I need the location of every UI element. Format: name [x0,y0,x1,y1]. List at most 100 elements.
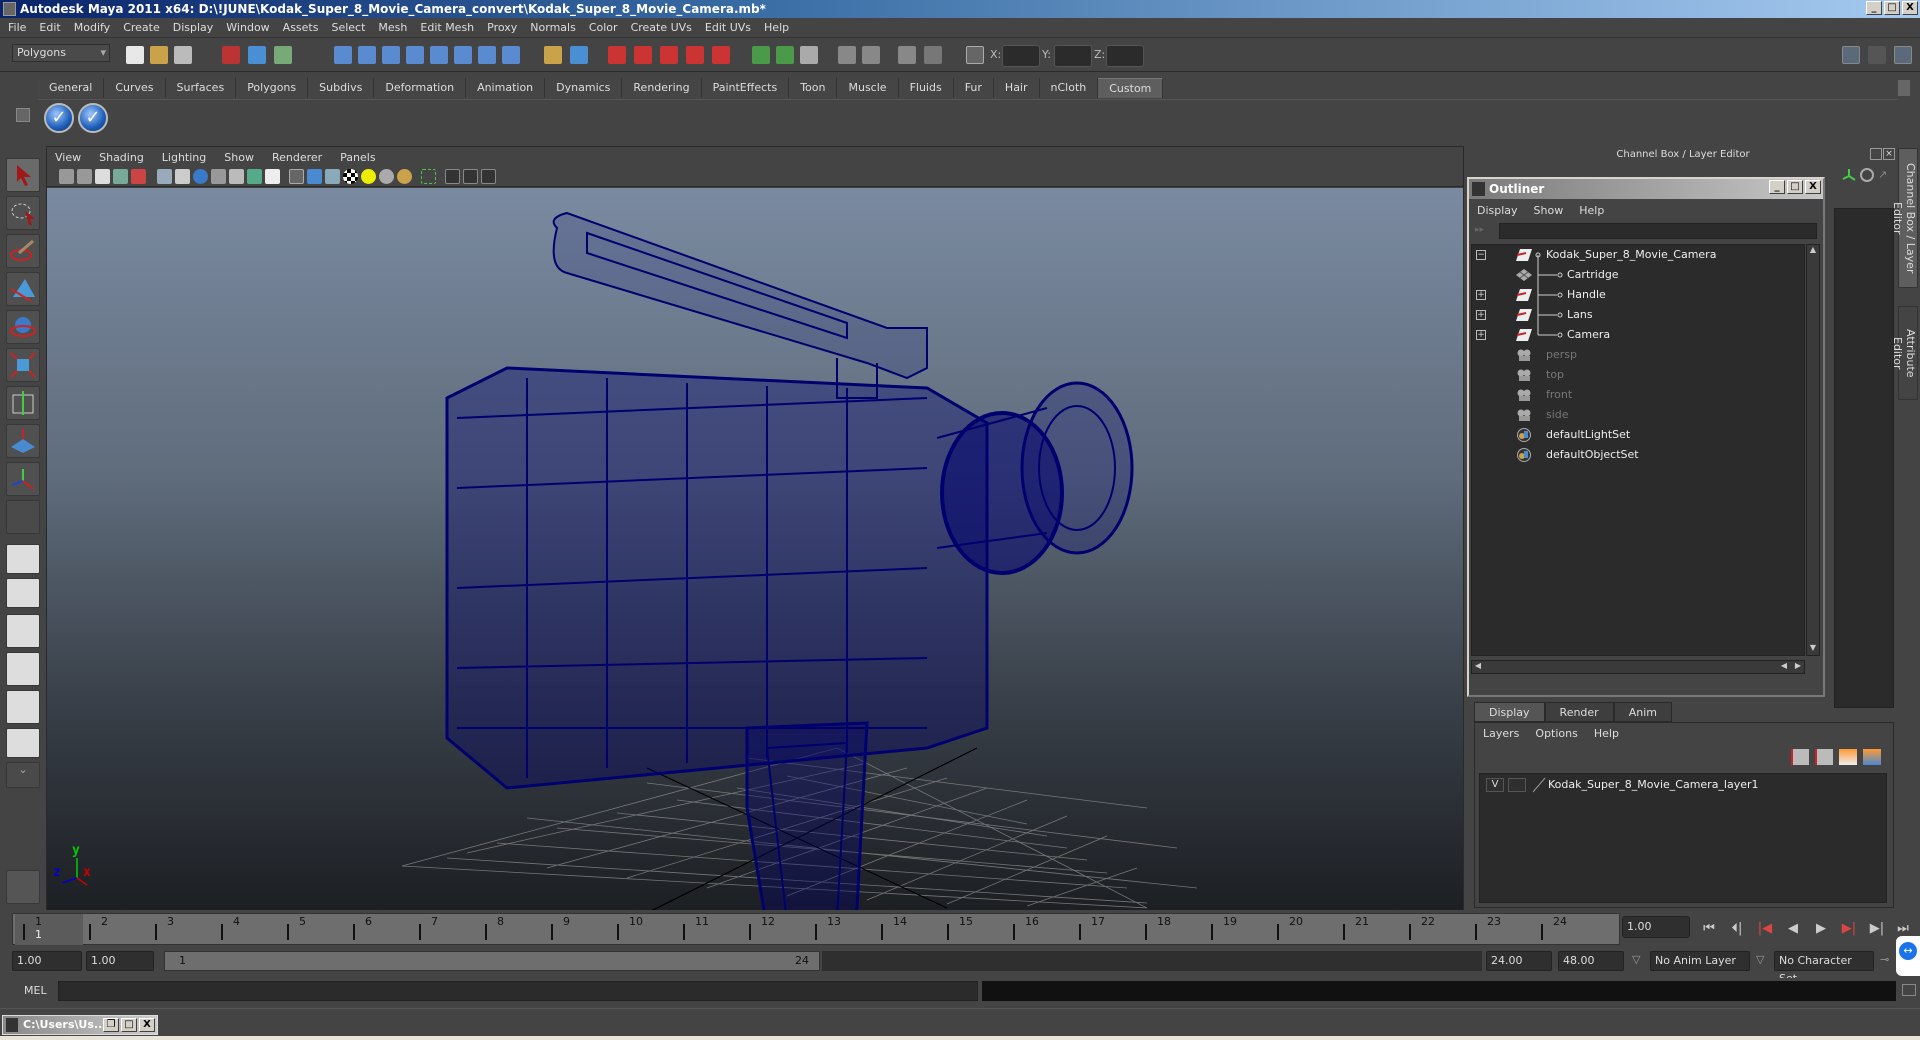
menu-set-selector[interactable]: Polygons [12,44,110,62]
channel-box-hyperbolic-icon[interactable]: ↗ [1878,168,1892,182]
current-time-field[interactable]: 1.00 [1622,916,1690,938]
shelf-tab-deformation[interactable]: Deformation [374,78,467,98]
ipr-render-icon[interactable] [862,46,880,64]
save-scene-icon[interactable] [174,46,192,64]
command-language-label[interactable]: MEL [24,984,47,997]
persp-graph-outliner-layout-icon[interactable] [6,728,40,758]
show-manipulator-icon[interactable] [6,462,40,496]
current-time-indicator[interactable] [15,914,83,945]
snap-to-grids-icon[interactable] [608,46,626,64]
tool-settings-toggle-icon[interactable] [1868,46,1886,64]
menu-edit-uvs[interactable]: Edit UVs [705,21,751,34]
universal-manipulator-icon[interactable] [6,386,40,420]
play-forwards-button[interactable]: ▶ [1812,920,1830,938]
persp-graph-layout-icon[interactable] [6,652,40,686]
character-set-dropdown-arrow-icon[interactable]: ▽ [1756,953,1764,966]
minimized-window[interactable]: C:\Users\Us... ❐ □ X [2,1015,158,1035]
outliner-item[interactable]: front [1472,385,1804,405]
textured-icon[interactable] [343,169,358,184]
shelf-tab-dynamics[interactable]: Dynamics [545,78,623,98]
restore-button[interactable]: ❐ [103,1018,119,1032]
3d-viewport[interactable]: y z x [47,188,1463,910]
select-curves-icon[interactable] [382,46,400,64]
layer-menu-help[interactable]: Help [1594,727,1619,740]
shelf-tab-toon[interactable]: Toon [789,78,838,98]
auto-key-icon[interactable]: ⊸ [1880,953,1889,966]
outliner-close-button[interactable]: X [1805,180,1821,194]
select-dynamics-icon[interactable] [454,46,472,64]
shelf-tab-painteffects[interactable]: PaintEffects [701,78,790,98]
xray-joints-icon[interactable] [481,169,496,184]
remote-support-widget[interactable]: ↔ [1896,936,1920,976]
outliner-persp-layout-icon[interactable] [6,614,40,648]
select-by-object-type-icon[interactable] [248,46,266,64]
menu-display[interactable]: Display [173,21,214,34]
layer-color-swatch[interactable] [1532,777,1546,793]
layer-tab-render[interactable]: Render [1544,702,1614,722]
menu-create[interactable]: Create [123,21,160,34]
shelf-tab-fluids[interactable]: Fluids [898,78,954,98]
shelf-tab-polygons[interactable]: Polygons [236,78,309,98]
layer-menu-layers[interactable]: Layers [1483,727,1519,740]
shelf-tab-surfaces[interactable]: Surfaces [165,78,237,98]
shelf-menu-icon[interactable] [16,108,30,122]
render-view-icon[interactable] [800,46,818,64]
move-tool-icon[interactable] [6,272,40,306]
scroll-right-icon[interactable]: ▶ [1792,661,1804,673]
construction-history-icon[interactable] [776,46,794,64]
z-field[interactable] [1106,45,1144,67]
scale-tool-icon[interactable] [6,348,40,382]
x-field[interactable] [1002,45,1040,67]
menu-window[interactable]: Window [226,21,269,34]
mel-input[interactable] [58,981,978,1001]
select-camera-icon[interactable] [59,169,74,184]
scroll-down-icon[interactable]: ▼ [1807,643,1819,655]
select-tool-icon[interactable] [6,158,40,192]
outliner-horizontal-scrollbar[interactable]: ◀ ◀ ▶ [1471,660,1805,674]
layer-playback-toggle[interactable] [1508,778,1526,792]
outliner-item[interactable]: + Lans [1472,305,1804,325]
last-tool-slot[interactable] [6,500,40,534]
select-joints-icon[interactable] [358,46,376,64]
shadows-icon[interactable] [379,169,394,184]
snap-to-curves-icon[interactable] [634,46,652,64]
paint-select-tool-icon[interactable] [6,234,40,268]
step-back-frame-button[interactable]: ⏴| [1728,920,1746,938]
isolate-select-icon[interactable] [421,169,436,184]
expand-icon[interactable]: + [1476,310,1486,320]
select-by-component-type-icon[interactable] [274,46,292,64]
layer-visibility-toggle[interactable]: V [1486,778,1504,792]
step-forward-key-button[interactable]: ▶| [1840,920,1858,938]
make-live-icon[interactable] [712,46,730,64]
use-all-lights-icon[interactable] [361,169,376,184]
wireframe-shading-icon[interactable] [289,169,304,184]
panel-menu-renderer[interactable]: Renderer [272,151,322,164]
menu-assets[interactable]: Assets [283,21,319,34]
scroll-left-icon[interactable]: ◀ [1472,661,1484,673]
rotate-tool-icon[interactable] [6,310,40,344]
shelf-trash-icon[interactable] [1898,80,1910,96]
shelf-tab-animation[interactable]: Animation [466,78,546,98]
open-scene-icon[interactable] [150,46,168,64]
shelf-tab-curves[interactable]: Curves [104,78,166,98]
shelf-tab-custom[interactable]: Custom [1098,78,1164,98]
menu-color[interactable]: Color [589,21,618,34]
outliner-menu-show[interactable]: Show [1534,204,1564,217]
highlight-selection-icon[interactable] [570,46,588,64]
new-scene-icon[interactable] [126,46,144,64]
create-layer-from-selected-icon[interactable] [1863,749,1881,765]
expand-icon[interactable]: + [1476,290,1486,300]
panel-menu-shading[interactable]: Shading [99,151,144,164]
minimize-button[interactable]: _ [1866,1,1882,15]
transform-mode-icon[interactable] [966,46,984,64]
field-chart-icon[interactable] [229,169,244,184]
scroll-up-icon[interactable]: ▲ [1807,245,1819,257]
attribute-editor-toggle-icon[interactable] [1842,46,1860,64]
image-plane-icon[interactable] [113,169,128,184]
layer-menu-options[interactable]: Options [1535,727,1577,740]
play-backwards-button[interactable]: ◀ [1784,920,1802,938]
panel-menu-lighting[interactable]: Lighting [162,151,206,164]
maximize-button[interactable]: □ [1884,1,1900,15]
high-quality-icon[interactable] [397,169,412,184]
script-editor-icon[interactable] [1902,984,1916,996]
